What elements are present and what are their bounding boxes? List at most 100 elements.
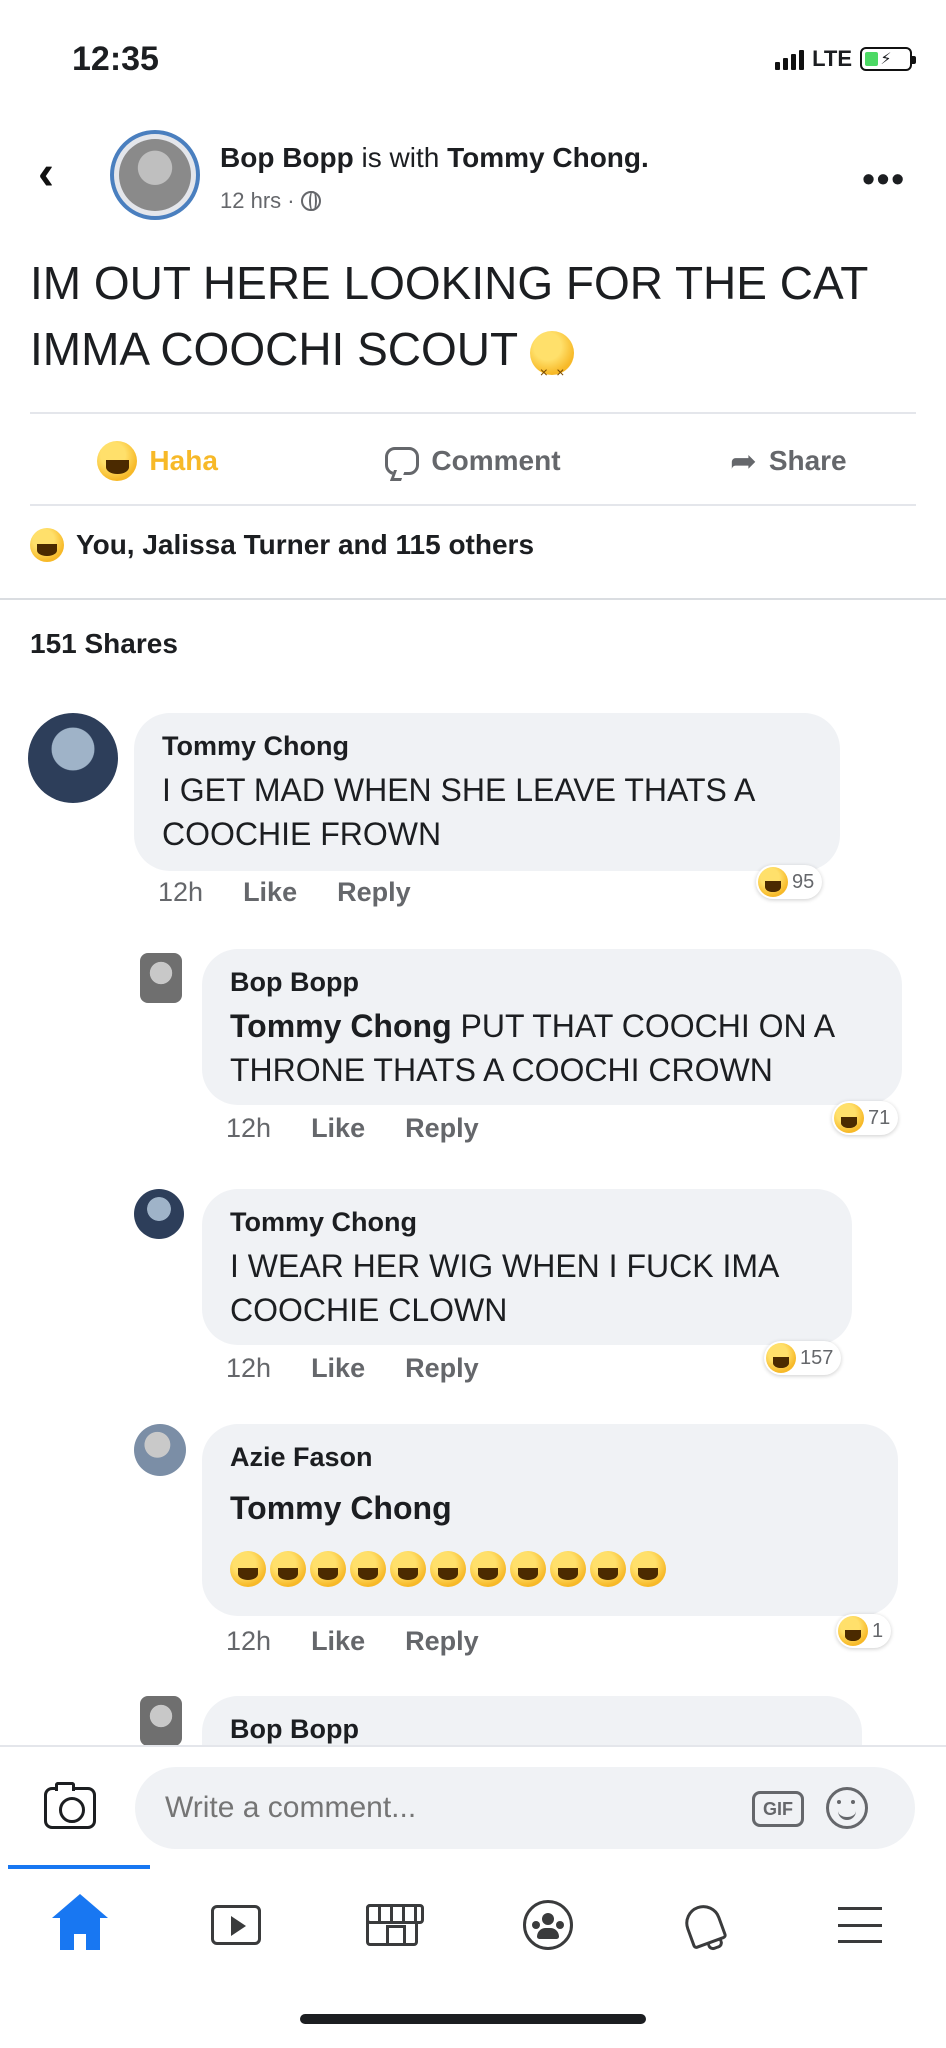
post-author-name[interactable]: Bop Bopp [220, 142, 354, 173]
comment-reply: Tommy Chong I WEAR HER WIG WHEN I FUCK I… [0, 1185, 946, 1395]
post-author-avatar[interactable] [110, 130, 200, 220]
haha-reaction-button[interactable]: Haha [0, 418, 315, 504]
comment-label: Comment [431, 445, 561, 476]
back-button[interactable]: ‹ [38, 150, 54, 198]
commenter-name[interactable]: Tommy Chong [162, 731, 812, 762]
divider [30, 412, 916, 414]
post-author-line: Bop Bopp is with Tommy Chong. [220, 142, 649, 173]
laughing-emoji-icon [550, 1550, 586, 1587]
commenter-avatar[interactable] [134, 1189, 184, 1239]
mention[interactable]: Tommy Chong [230, 1008, 452, 1044]
globe-icon [300, 191, 321, 211]
reactions-summary-text: You, Jalissa Turner and 115 others [76, 529, 535, 560]
commenter-name[interactable]: Bop Bopp [230, 967, 874, 998]
reply-button[interactable]: Reply [337, 877, 411, 908]
like-button[interactable]: Like [311, 1626, 365, 1657]
share-label: Share [768, 445, 847, 476]
laughing-emoji-icon [390, 1550, 426, 1587]
comment-reaction-count[interactable]: 157 [764, 1341, 842, 1375]
laughing-emoji-icon [270, 1550, 306, 1587]
post-time[interactable]: 12 hrs · [220, 188, 295, 214]
commenter-avatar[interactable] [28, 713, 118, 803]
shares-count[interactable]: 151 Shares [30, 628, 178, 660]
comment-composer: GIF [0, 1745, 946, 1865]
comment-button[interactable]: Comment [315, 418, 630, 504]
comment-text: I WEAR HER WIG WHEN I FUCK IMA COOCHIE C… [230, 1248, 778, 1328]
tab-video[interactable] [206, 1895, 266, 1955]
more-options-button[interactable]: ••• [862, 158, 906, 200]
reply-button[interactable]: Reply [405, 1626, 479, 1657]
tab-home[interactable] [50, 1894, 110, 1955]
notifications-icon [680, 1900, 728, 1950]
laughing-emoji-icon [430, 1550, 466, 1587]
status-time: 12:35 [72, 40, 159, 78]
share-button[interactable]: ➦ Share [631, 418, 946, 504]
haha-icon [838, 1616, 868, 1646]
laughing-emoji-icon [310, 1550, 346, 1587]
haha-icon [766, 1343, 796, 1373]
status-bar: 12:35 LTE ⚡ [0, 0, 946, 120]
divider [30, 504, 916, 506]
comment-time: 12h [226, 1353, 272, 1383]
reply-button[interactable]: Reply [405, 1353, 479, 1384]
groups-icon [523, 1900, 573, 1950]
comment-time: 12h [158, 877, 204, 907]
comment-reply: Bop Bopp [0, 1692, 946, 1745]
like-button[interactable]: Like [311, 1113, 365, 1144]
comment-actions: 12h Like Reply [226, 1626, 479, 1657]
laughing-emoji-icon [590, 1550, 626, 1587]
gif-button[interactable]: GIF [752, 1791, 804, 1827]
like-button[interactable]: Like [311, 1353, 365, 1384]
haha-icon [834, 1103, 864, 1133]
comment-text: Tommy Chong PUT THAT COOCHI ON A THRONE … [230, 1004, 874, 1092]
comment-reply: Azie Fason Tommy Chong 12h Like Reply 1 [0, 1420, 946, 1660]
mention[interactable]: Tommy Chong [230, 1490, 452, 1526]
post-action-bar: Haha Comment ➦ Share [0, 418, 946, 504]
comment-reaction-count[interactable]: 95 [756, 865, 823, 899]
post-tagged-name[interactable]: Tommy Chong [447, 142, 641, 173]
reaction-count: 157 [800, 1346, 834, 1369]
comment-reaction-count[interactable]: 71 [832, 1101, 899, 1135]
commenter-name[interactable]: Tommy Chong [230, 1207, 824, 1238]
tab-marketplace[interactable] [362, 1895, 424, 1955]
tab-notifications[interactable] [674, 1895, 734, 1955]
bottom-tab-bar [0, 1865, 946, 1985]
emoji-picker-icon[interactable] [826, 1787, 868, 1829]
tab-menu[interactable] [830, 1895, 890, 1955]
comment-reply: Bop Bopp Tommy Chong PUT THAT COOCHI ON … [0, 945, 946, 1155]
post-text-content: IM OUT HERE LOOKING FOR THE CAT IMMA COO… [30, 257, 868, 375]
comment-bubble: Azie Fason Tommy Chong [202, 1424, 898, 1616]
reactions-summary[interactable]: You, Jalissa Turner and 115 others [30, 528, 534, 562]
haha-icon [758, 867, 788, 897]
post-with-text: is with [361, 142, 440, 173]
comment-time: 12h [226, 1113, 272, 1143]
haha-icon [30, 528, 64, 562]
post-meta: 12 hrs · [220, 188, 321, 214]
home-indicator [300, 2014, 646, 2024]
reaction-count: 1 [872, 1619, 884, 1642]
comment-text: Tommy Chong [230, 1479, 870, 1595]
commenter-name[interactable]: Bop Bopp [230, 1714, 834, 1745]
camera-icon[interactable] [44, 1782, 96, 1829]
home-icon [52, 1894, 108, 1950]
like-button[interactable]: Like [243, 877, 297, 908]
haha-icon [97, 441, 138, 481]
comment-reaction-count[interactable]: 1 [836, 1614, 892, 1648]
commenter-avatar[interactable] [134, 1424, 186, 1476]
comment-actions: 12h Like Reply [226, 1113, 479, 1144]
commenter-avatar[interactable] [140, 1696, 182, 1745]
status-indicators: LTE ⚡ [775, 46, 916, 72]
comment-time: 12h [226, 1626, 272, 1656]
commenter-name[interactable]: Azie Fason [230, 1442, 870, 1473]
laughing-emoji-icon [510, 1550, 546, 1587]
commenter-avatar[interactable] [140, 953, 182, 1003]
post-header: ‹ Bop Bopp is with Tommy Chong. 12 hrs ·… [0, 130, 946, 230]
active-tab-indicator [8, 1865, 150, 1869]
laughing-emoji-icon [350, 1550, 386, 1587]
comment-bubble: Tommy Chong I GET MAD WHEN SHE LEAVE THA… [134, 713, 840, 871]
share-icon: ➦ [730, 443, 757, 479]
post-text: IM OUT HERE LOOKING FOR THE CAT IMMA COO… [30, 250, 910, 405]
comment-text: I GET MAD WHEN SHE LEAVE THATS A COOCHIE… [162, 772, 754, 852]
tab-groups[interactable] [518, 1895, 578, 1955]
reply-button[interactable]: Reply [405, 1113, 479, 1144]
